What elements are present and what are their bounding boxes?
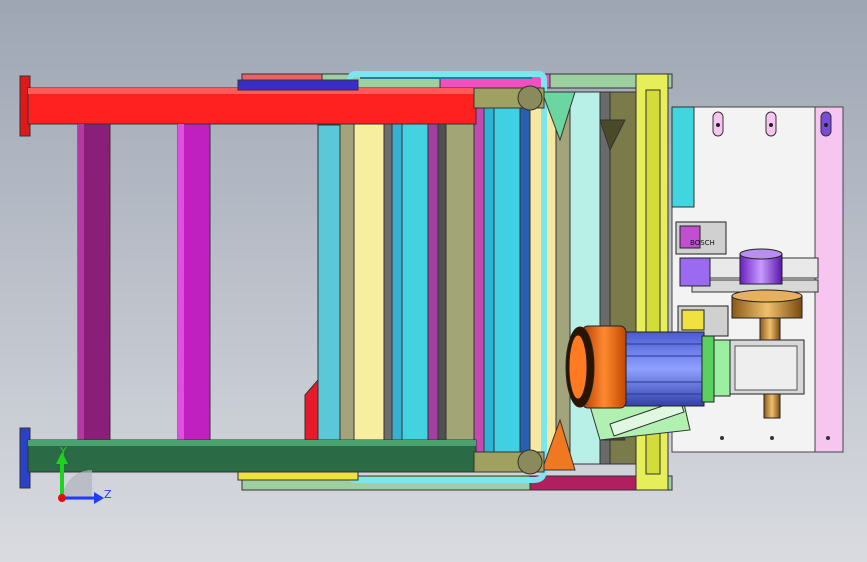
- assembly-render: BOSCH Y Z: [0, 0, 867, 562]
- y-axis-label: Y: [59, 445, 67, 458]
- cad-3d-viewport[interactable]: BOSCH Y Z: [0, 0, 867, 562]
- z-axis-label: Z: [104, 488, 112, 501]
- motor-brand-label: BOSCH: [690, 239, 715, 247]
- origin-marker: [58, 494, 66, 502]
